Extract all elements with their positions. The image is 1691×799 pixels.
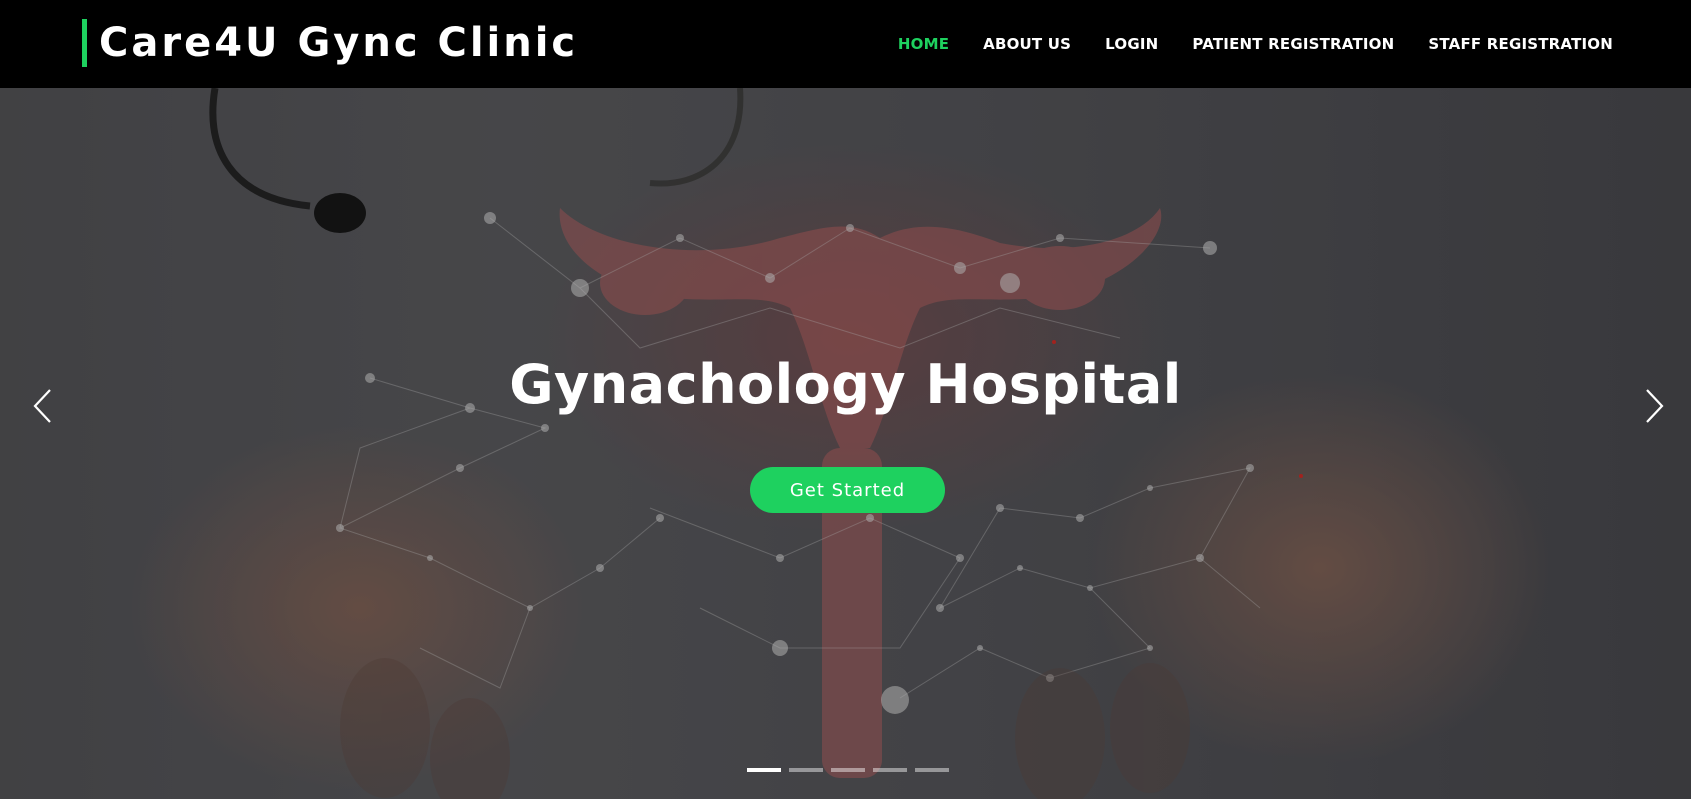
nav-link-about-us[interactable]: ABOUT US (983, 35, 1071, 53)
nav-item-patient-registration: PATIENT REGISTRATION (1192, 35, 1394, 54)
nav-link-login[interactable]: LOGIN (1105, 35, 1158, 53)
carousel-indicator-3[interactable] (831, 768, 865, 772)
nav-item-login: LOGIN (1105, 35, 1158, 54)
nav-item-home: HOME (898, 35, 949, 54)
hero-title: Gynachology Hospital (509, 353, 1182, 416)
chevron-right-icon (1646, 389, 1664, 423)
carousel-indicator-2[interactable] (789, 768, 823, 772)
nav-item-staff-registration: STAFF REGISTRATION (1428, 35, 1613, 54)
get-started-button[interactable]: Get Started (750, 467, 945, 513)
brand-logo[interactable]: Care4U Gync Clinic (82, 19, 578, 67)
chevron-left-icon (33, 389, 51, 423)
nav-link-patient-registration[interactable]: PATIENT REGISTRATION (1192, 35, 1394, 53)
navbar: Care4U Gync Clinic HOME ABOUT US LOGIN P… (0, 0, 1691, 88)
nav-link-home[interactable]: HOME (898, 35, 949, 53)
hero-carousel: Gynachology Hospital Get Started (0, 88, 1691, 799)
nav-link-staff-registration[interactable]: STAFF REGISTRATION (1428, 35, 1613, 53)
carousel-prev-button[interactable] (22, 378, 62, 434)
carousel-indicator-5[interactable] (915, 768, 949, 772)
carousel-indicator-1[interactable] (747, 768, 781, 772)
nav-item-about-us: ABOUT US (983, 35, 1071, 54)
hero-dark-overlay (0, 88, 1691, 799)
carousel-indicators (747, 768, 949, 772)
main-nav: HOME ABOUT US LOGIN PATIENT REGISTRATION… (898, 0, 1613, 88)
carousel-next-button[interactable] (1635, 378, 1675, 434)
carousel-indicator-4[interactable] (873, 768, 907, 772)
